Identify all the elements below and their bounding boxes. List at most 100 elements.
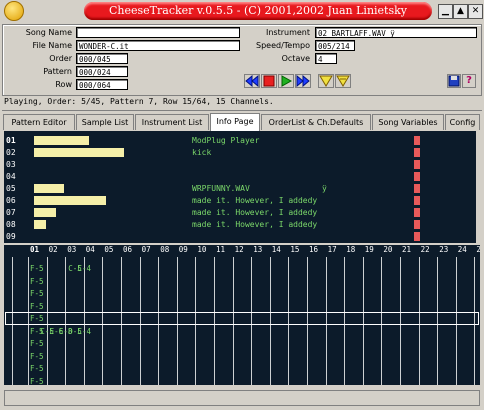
instrument-label: Instrument <box>265 28 310 37</box>
stop-icon <box>263 75 275 87</box>
channel-activity-marker <box>414 160 420 169</box>
channel-header[interactable]: 24 <box>458 245 467 255</box>
channel-header[interactable]: 22 <box>421 245 430 255</box>
file-name-input[interactable]: WONDER-C.it <box>76 40 240 51</box>
pattern-note[interactable]: F-5 <box>30 363 44 375</box>
channel-instrument-name: made it. However, I addedy <box>192 220 318 229</box>
song-name-label: Song Name <box>25 28 72 37</box>
cheese-logo-icon[interactable] <box>4 1 24 21</box>
tab-orderlist-ch-defaults[interactable]: OrderList & Ch.Defaults <box>261 114 371 130</box>
channel-header[interactable]: 01 <box>30 245 39 255</box>
channel-header[interactable]: 20 <box>383 245 392 255</box>
channel-number: 01 <box>6 136 16 145</box>
floppy-disk-icon <box>448 75 460 87</box>
pattern-note[interactable]: F-5 <box>30 301 44 313</box>
octave-label: Octave <box>281 54 310 63</box>
channel-header[interactable]: 11 <box>216 245 225 255</box>
channel-number: 03 <box>6 160 16 169</box>
channel-header[interactable]: 05 <box>104 245 113 255</box>
speed-tempo-label: Speed/Tempo <box>256 41 310 50</box>
instrument-input[interactable]: 02 BARTLAFF.WAV ÿ <box>315 27 477 38</box>
channel-number: 08 <box>6 220 16 229</box>
tab-song-variables[interactable]: Song Variables <box>372 114 444 130</box>
channel-header[interactable]: 02 <box>49 245 58 255</box>
pattern-note[interactable]: F-5 <box>30 288 44 300</box>
channel-header[interactable]: 23 <box>439 245 448 255</box>
pattern-note[interactable]: F-5 <box>30 263 44 275</box>
song-name-input[interactable] <box>76 27 240 38</box>
tab-pattern-editor[interactable]: Pattern Editor <box>3 114 75 130</box>
channel-volume-bar <box>34 148 124 157</box>
pattern-label: Pattern <box>43 67 72 76</box>
window-title: CheeseTracker v.0.5.5 - (C) 2001,2002 Ju… <box>84 2 432 20</box>
channel-header[interactable]: 15 <box>290 245 299 255</box>
pattern-note[interactable]: C-4 <box>78 326 92 338</box>
channel-instrument-name: made it. However, I addedy <box>192 196 318 205</box>
octave-up-button[interactable] <box>335 74 351 88</box>
pattern-note[interactable]: F-5 <box>30 276 44 288</box>
channel-number: 05 <box>6 184 16 193</box>
channel-volume-bar <box>34 208 56 217</box>
close-icon[interactable]: ✕ <box>468 4 483 19</box>
channel-header[interactable]: 16 <box>309 245 318 255</box>
pattern-note[interactable]: F-5 <box>30 351 44 363</box>
channel-activity-marker <box>414 232 420 241</box>
octave-input[interactable]: 4 <box>315 53 337 64</box>
channel-volume-bar <box>34 184 64 193</box>
pattern-note[interactable]: C-4 <box>78 263 92 275</box>
channel-number: 09 <box>6 232 16 241</box>
triangle-down-icon <box>319 75 333 87</box>
channel-header[interactable]: 09 <box>179 245 188 255</box>
help-button[interactable]: ? <box>462 74 476 88</box>
channel-volume-bar <box>34 196 106 205</box>
channel-number: 02 <box>6 148 16 157</box>
tab-instrument-list[interactable]: Instrument List <box>135 114 209 130</box>
tab-config[interactable]: Config <box>445 114 480 130</box>
play-button[interactable] <box>278 74 294 88</box>
tab-info-page[interactable]: Info Page <box>210 113 260 131</box>
speed-tempo-input[interactable]: 005/214 <box>315 40 355 51</box>
channel-header[interactable]: 21 <box>402 245 411 255</box>
channel-header[interactable]: 03 <box>67 245 76 255</box>
channel-instrument-name: kick <box>192 148 212 157</box>
divider <box>2 110 482 111</box>
row-input[interactable]: 000/064 <box>76 79 128 90</box>
fast-forward-button[interactable] <box>295 74 311 88</box>
channel-header[interactable]: 04 <box>86 245 95 255</box>
pattern-input[interactable]: 000/024 <box>76 66 128 77</box>
order-input[interactable]: 000/045 <box>76 53 128 64</box>
channel-header[interactable]: 17 <box>328 245 337 255</box>
pattern-note[interactable]: F-5 <box>30 338 44 350</box>
row-label: Row <box>55 80 72 89</box>
channel-header[interactable]: 14 <box>272 245 281 255</box>
maximize-icon[interactable]: ▲ <box>453 4 468 19</box>
channel-header[interactable]: 19 <box>365 245 374 255</box>
pattern-grid[interactable]: 01 02 03 04 05 06 07 08 09 10 11 12 13 14 15 16 17 18 19 20… <box>4 245 480 385</box>
status-text: Playing, Order: 5/45, Pattern 7, Row 15/… <box>4 97 274 106</box>
help-icon: ? <box>466 75 472 86</box>
save-button[interactable] <box>447 74 461 88</box>
channel-number: 06 <box>6 196 16 205</box>
channel-header[interactable]: 08 <box>160 245 169 255</box>
channel-volume-bar <box>34 136 89 145</box>
minimize-icon[interactable]: ▁ <box>438 4 453 19</box>
channel-instrument-name: WRPFUNNY.WAV ÿ <box>192 184 327 193</box>
octave-down-button[interactable] <box>318 74 334 88</box>
play-icon <box>281 75 293 87</box>
channel-header[interactable]: 13 <box>253 245 262 255</box>
tab-sample-list[interactable]: Sample List <box>76 114 134 130</box>
pattern-note[interactable]: F-5 <box>30 376 44 386</box>
file-name-label: File Name <box>32 41 72 50</box>
rewind-button[interactable] <box>244 74 260 88</box>
channel-activity-marker <box>414 136 420 145</box>
channel-header[interactable]: 06 <box>123 245 132 255</box>
channel-activity-marker <box>414 196 420 205</box>
channel-header[interactable]: 10 <box>197 245 206 255</box>
stop-button[interactable] <box>261 74 277 88</box>
channel-header[interactable]: 18 <box>346 245 355 255</box>
channel-header[interactable]: 12 <box>235 245 244 255</box>
channel-header[interactable]: 25 <box>476 245 480 255</box>
channel-info-panel: 01 ModPlug Player 02 kick 03 04 05 WRPFUNNY.WAV… <box>4 131 476 243</box>
channel-header[interactable]: 07 <box>142 245 151 255</box>
channel-activity-marker <box>414 148 420 157</box>
